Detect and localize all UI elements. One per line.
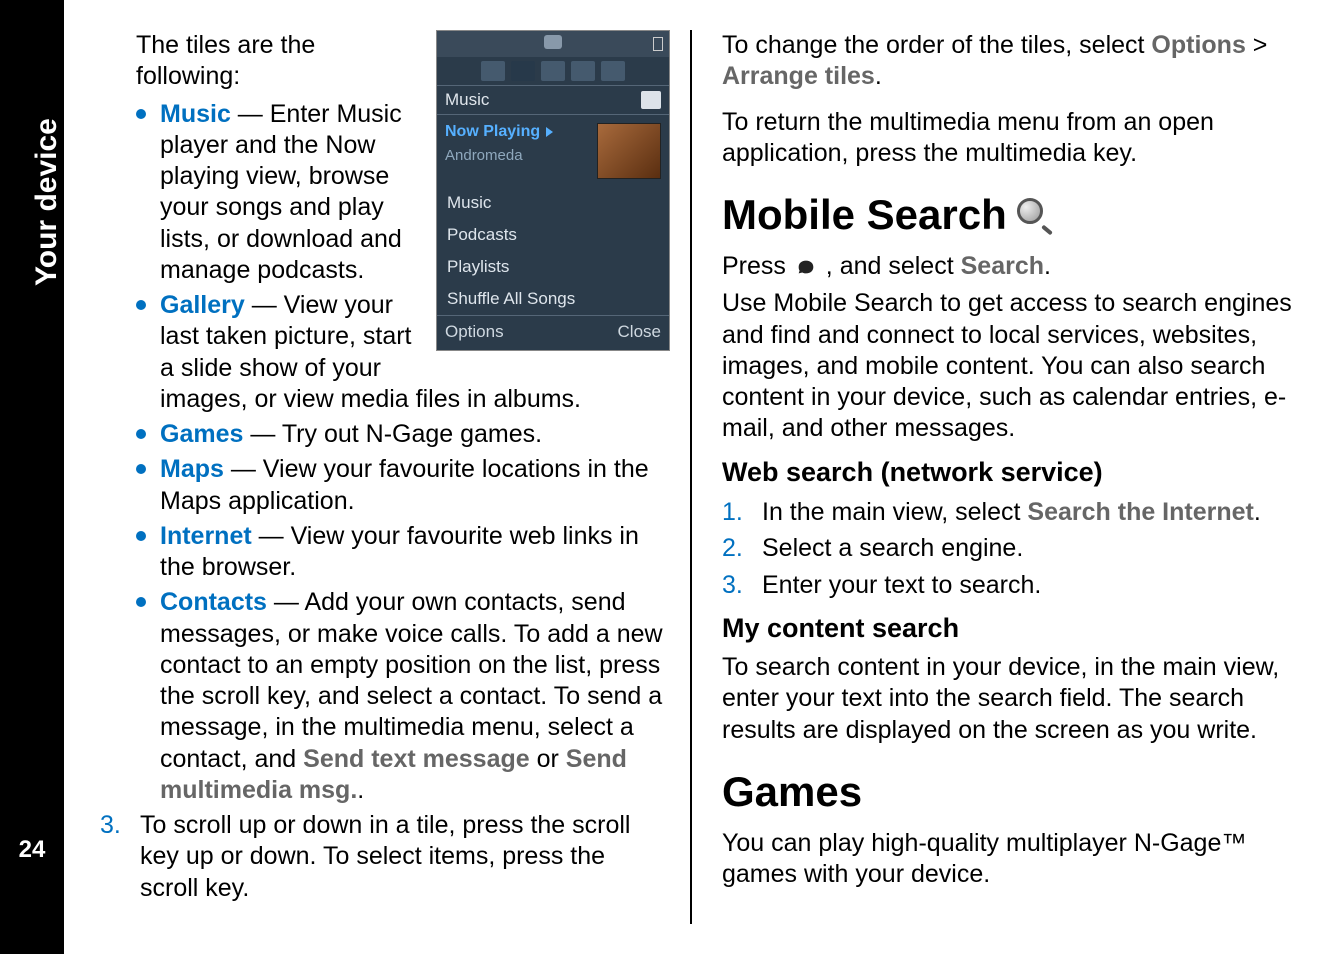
battery-icon [653, 37, 663, 51]
web-step-2: Select a search engine. [722, 532, 1292, 565]
scroll-step-list: To scroll up or down in a tile, press th… [100, 810, 670, 904]
my-content-para: To search content in your device, in the… [722, 652, 1292, 746]
tile-icon [511, 61, 535, 81]
search-label: Search [961, 252, 1044, 280]
tile-desc: — Try out N-Gage games. [243, 420, 542, 448]
return-para: To return the multimedia menu from an op… [722, 107, 1292, 170]
text: . [1254, 498, 1261, 526]
list-item-maps: Maps — View your favourite locations in … [136, 454, 670, 517]
tile-icon [481, 61, 505, 81]
arrange-tiles-para: To change the order of the tiles, select… [722, 30, 1292, 93]
text: , and select [819, 252, 961, 280]
press-search-para: Press , and select Search. [722, 251, 1292, 282]
list-item-contacts: Contacts — Add your own contacts, send m… [136, 587, 670, 806]
tile-label: Games [160, 420, 243, 448]
web-search-heading: Web search (network service) [722, 457, 1292, 488]
list-item-gallery: Gallery — View your last taken picture, … [136, 290, 670, 415]
tile-icon [601, 61, 625, 81]
my-content-heading: My content search [722, 613, 1292, 644]
games-para: You can play high-quality multiplayer N-… [722, 828, 1292, 891]
text: . [875, 62, 882, 90]
search-globe-icon [1017, 198, 1051, 232]
text: To change the order of the tiles, select [722, 31, 1151, 59]
text: In the main view, select [762, 498, 1027, 526]
text: > [1246, 31, 1268, 59]
page-number: 24 [0, 836, 64, 864]
heading-text: Mobile Search [722, 191, 1007, 239]
period: . [357, 776, 364, 804]
tile-icon [571, 61, 595, 81]
text: Press [722, 252, 793, 280]
list-item-internet: Internet — View your favourite web links… [136, 521, 670, 584]
left-column: Music Now Playing Andromeda [100, 30, 692, 924]
mobile-search-heading: Mobile Search [722, 191, 1292, 239]
arrange-tiles-label: Arrange tiles [722, 62, 875, 90]
tile-icon [541, 61, 565, 81]
text: . [1044, 252, 1051, 280]
tile-desc: — View your favourite locations in the M… [160, 455, 649, 514]
tile-label: Contacts [160, 588, 267, 616]
page-content: Music Now Playing Andromeda [64, 0, 1322, 954]
fig-status-bar [437, 31, 669, 57]
web-step-1: In the main view, select Search the Inte… [722, 496, 1292, 529]
tile-list: Music — Enter Music player and the Now p… [136, 99, 670, 807]
games-heading: Games [722, 768, 1292, 816]
sidebar: Your device 24 [0, 0, 64, 954]
or-text: or [530, 745, 566, 773]
step-3: To scroll up or down in a tile, press th… [100, 810, 670, 904]
web-search-steps: In the main view, select Search the Inte… [722, 496, 1292, 602]
fig-tile-bar [437, 57, 669, 85]
search-internet-label: Search the Internet [1027, 498, 1253, 526]
mobile-search-para: Use Mobile Search to get access to searc… [722, 288, 1292, 444]
camera-icon [544, 35, 562, 49]
tile-label: Music [160, 100, 231, 128]
home-key-icon [795, 255, 817, 277]
heading-text: Games [722, 768, 862, 816]
tile-label: Gallery [160, 291, 245, 319]
tile-label: Internet [160, 522, 252, 550]
list-item-games: Games — Try out N-Gage games. [136, 419, 670, 450]
list-item-music: Music — Enter Music player and the Now p… [136, 99, 670, 287]
signal-icon [443, 37, 457, 51]
right-column: To change the order of the tiles, select… [692, 30, 1292, 924]
options-label: Options [1151, 31, 1245, 59]
section-title: Your device [30, 118, 64, 286]
send-text-label: Send text message [303, 745, 530, 773]
web-step-3: Enter your text to search. [722, 569, 1292, 602]
tile-label: Maps [160, 455, 224, 483]
